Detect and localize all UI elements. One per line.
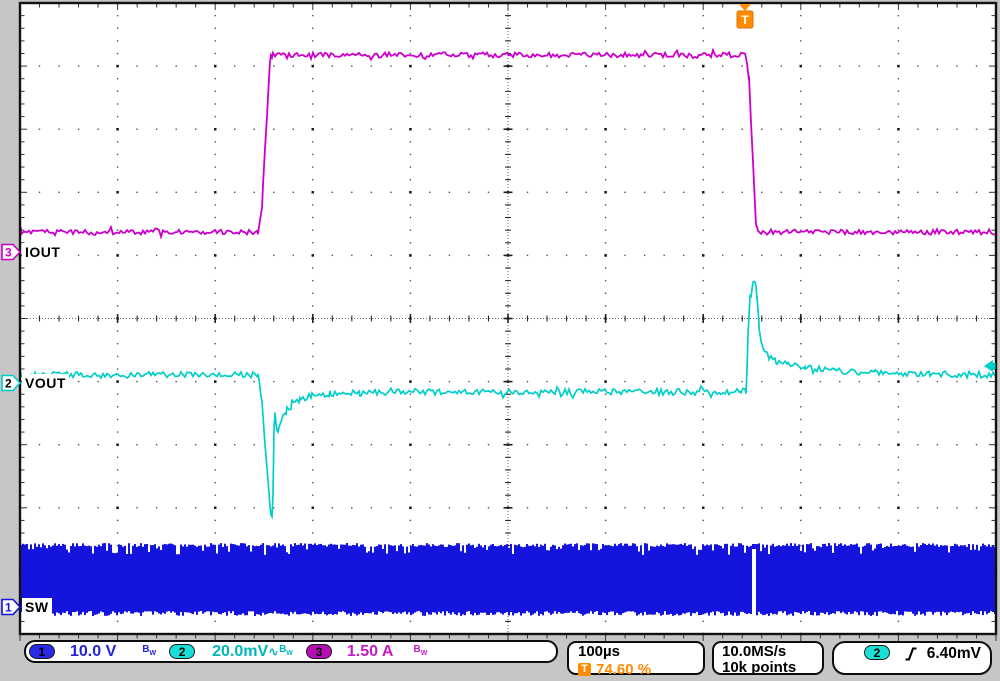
channel-readouts-box: 1 10.0 V BW 2 20.0mV ∿ BW 3 1.50 A BW <box>24 640 558 663</box>
channel1-badge: 1 <box>29 644 55 659</box>
channel1-reference-marker: 1 <box>1 598 22 616</box>
channel2-scale-readout: 20.0mV <box>212 643 268 661</box>
channel1-bandwidth-icon: BW <box>142 645 156 659</box>
channel1-label-sw: SW <box>22 598 52 616</box>
trigger-settings-box: 2 6.40mV <box>832 641 992 675</box>
trigger-position-icon: T <box>578 663 591 676</box>
channel2-badge: 2 <box>169 644 195 659</box>
channel3-bandwidth-icon: BW <box>413 645 427 659</box>
channel3-reference-marker: 3 <box>1 243 22 261</box>
scope-display: T <box>0 0 1000 681</box>
channel1-scale-readout: 10.0 V <box>70 643 116 661</box>
rising-edge-icon <box>904 645 918 662</box>
trigger-position-readout: 74.60 % <box>596 661 651 678</box>
svg-text:T: T <box>741 13 749 27</box>
channel1-marker-number: 1 <box>5 601 12 615</box>
timebase-readout: 100µs <box>578 644 703 660</box>
sample-rate-readout: 10.0MS/s <box>722 644 822 660</box>
acquisition-settings-box: 10.0MS/s 10k points <box>712 641 824 675</box>
channel2-reference-marker: 2 <box>1 374 22 392</box>
record-length-readout: 10k points <box>722 660 822 676</box>
channel3-marker-number: 3 <box>5 246 12 260</box>
channel3-label-iout: IOUT <box>22 243 63 261</box>
horizontal-settings-box: 100µs T 74.60 % <box>567 641 705 675</box>
channel3-scale-readout: 1.50 A <box>347 643 394 661</box>
trigger-source-badge: 2 <box>864 645 890 660</box>
channel3-badge: 3 <box>306 644 332 659</box>
channel2-coupling-icon: ∿ <box>268 644 279 660</box>
waveform-sw <box>21 543 995 616</box>
oscilloscope-screen: T 3 2 1 IOUT VOUT SW 1 10.0 V BW 2 20.0m… <box>0 0 1000 681</box>
channel2-bandwidth-icon: BW <box>279 645 293 659</box>
channel2-marker-number: 2 <box>5 377 12 391</box>
channel2-label-vout: VOUT <box>22 374 69 392</box>
trigger-level-readout: 6.40mV <box>927 645 981 662</box>
